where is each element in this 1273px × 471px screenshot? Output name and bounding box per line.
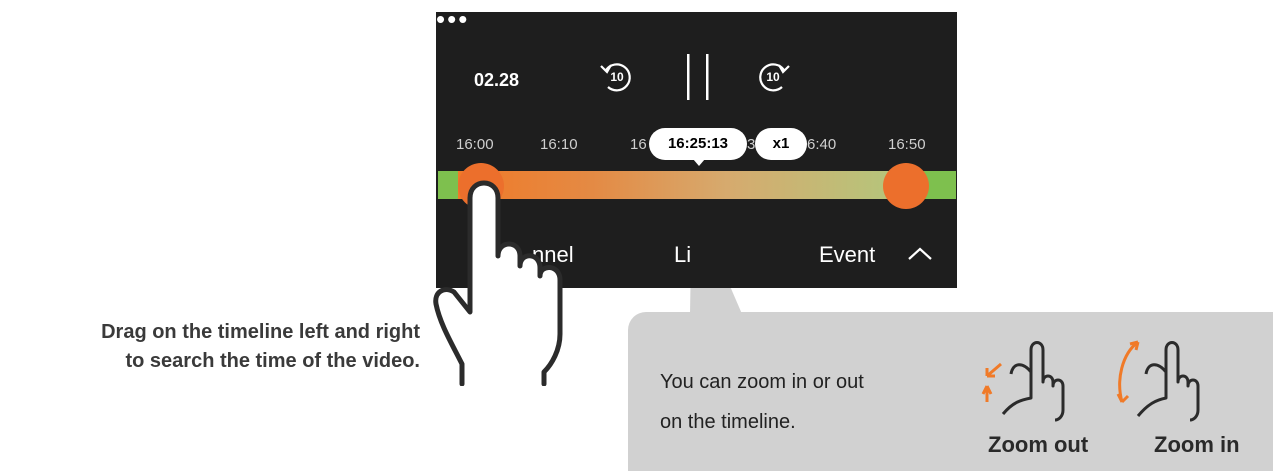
tick-label: 16 <box>630 136 647 153</box>
rewind-10-icon[interactable]: 10 <box>596 56 636 96</box>
drag-instruction: Drag on the timeline left and right to s… <box>0 318 420 376</box>
zoom-instruction: You can zoom in or out on the timeline. <box>660 362 950 442</box>
drag-instruction-line: to search the time of the video. <box>125 350 420 372</box>
drag-instruction-line: Drag on the timeline left and right <box>101 321 420 343</box>
zoom-instruction-line: You can zoom in or out <box>660 371 864 393</box>
zoom-instruction-line: on the timeline. <box>660 411 796 433</box>
pinch-zoom-in-icon <box>1116 340 1200 422</box>
forward-10-icon[interactable]: 10 <box>754 56 794 96</box>
zoom-in-label: Zoom in <box>1154 432 1240 457</box>
timeline-end-handle[interactable] <box>883 163 929 209</box>
tick-label: 16:10 <box>540 136 578 153</box>
forward-label: 10 <box>766 70 780 84</box>
live-tab[interactable]: Li <box>674 242 691 268</box>
playback-date: 02.28 <box>474 70 520 90</box>
zoom-callout: You can zoom in or out on the timeline. … <box>628 312 1273 471</box>
pointing-hand-icon <box>433 180 563 386</box>
more-options-icon[interactable]: ••• <box>436 6 957 32</box>
chevron-up-icon[interactable] <box>906 244 934 264</box>
tick-label: 16:50 <box>888 136 926 153</box>
tick-label: 16:00 <box>456 136 494 153</box>
pause-icon[interactable] <box>683 52 713 102</box>
tick-label: 6:40 <box>807 136 837 153</box>
playback-speed-button[interactable]: x1 <box>755 128 807 160</box>
zoom-out-label: Zoom out <box>988 432 1089 457</box>
event-tab[interactable]: Event <box>819 242 875 268</box>
rewind-label: 10 <box>610 70 624 84</box>
pinch-zoom-out-icon <box>981 341 1065 422</box>
current-time-badge: 16:25:13 <box>649 128 747 166</box>
